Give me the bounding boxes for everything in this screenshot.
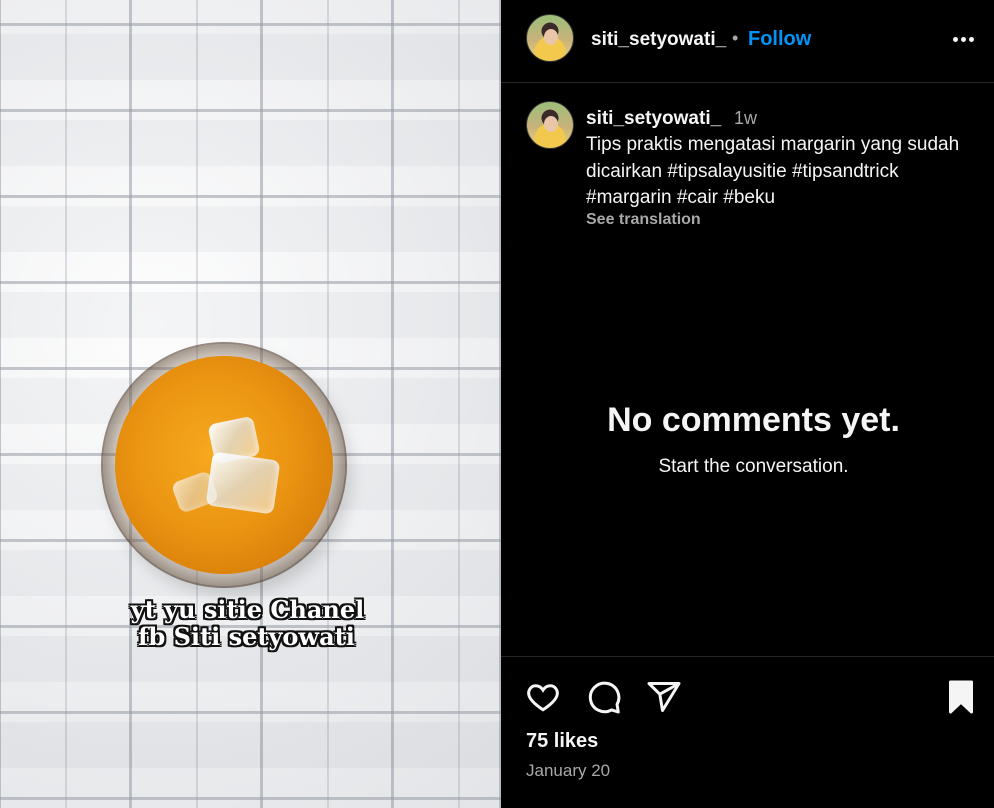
avatar[interactable] — [526, 14, 574, 62]
caption-avatar[interactable] — [526, 101, 574, 149]
ice-cube — [205, 451, 281, 515]
avatar-face — [544, 29, 558, 45]
header-username[interactable]: siti_setyowati_ — [591, 29, 726, 51]
juice-glass-image — [103, 344, 345, 586]
media-overlay-text-line1: yt yu sitie Chanel — [130, 595, 365, 624]
comment-button[interactable] — [586, 679, 622, 715]
save-button[interactable] — [943, 679, 979, 715]
more-horizontal-icon — [960, 36, 966, 42]
caption-timestamp[interactable]: 1w — [734, 108, 757, 129]
send-icon — [647, 682, 681, 712]
likes-count[interactable]: 75 likes — [526, 730, 598, 753]
no-comments-subtitle: Start the conversation. — [658, 456, 849, 477]
bookmark-icon — [949, 680, 973, 714]
post-media[interactable]: yt yu sitie Chanel fb Siti setyowati — [0, 0, 501, 808]
share-button[interactable] — [646, 679, 682, 715]
media-overlay-text-line2: fb Siti setyowati — [138, 622, 355, 651]
see-translation-link[interactable]: See translation — [586, 211, 701, 229]
post-date: January 20 — [526, 761, 611, 780]
separator-dot: • — [732, 28, 739, 48]
caption-username[interactable]: siti_setyowati_ — [586, 108, 721, 130]
more-horizontal-icon — [968, 36, 974, 42]
juice — [115, 356, 333, 574]
post-side-panel: siti_setyowati_ • Follow siti_setyowati_… — [501, 0, 994, 808]
caption-text: Tips praktis mengatasi margarin yang sud… — [586, 134, 960, 208]
follow-button[interactable]: Follow — [748, 28, 811, 51]
post-actions: 75 likes January 20 — [501, 656, 994, 808]
more-options-button[interactable] — [946, 27, 980, 51]
more-horizontal-icon — [952, 36, 958, 42]
heart-icon — [527, 684, 559, 712]
post-header: siti_setyowati_ • Follow — [501, 0, 994, 83]
like-button[interactable] — [525, 679, 561, 715]
no-comments-title: No comments yet. — [607, 401, 900, 439]
comment-icon — [588, 681, 621, 714]
post-modal: yt yu sitie Chanel fb Siti setyowati sit… — [0, 0, 994, 808]
avatar-face — [544, 116, 558, 132]
